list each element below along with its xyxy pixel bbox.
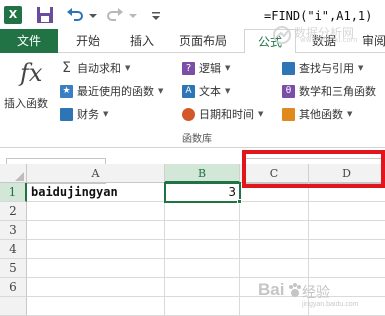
gridline: [27, 239, 385, 240]
sum-icon: Σ: [62, 59, 71, 76]
gridline: [27, 220, 385, 221]
text-label: 文本: [199, 85, 221, 98]
question-icon: ?: [182, 61, 195, 75]
watermark-brand: Bai: [258, 280, 285, 299]
lookup-reference-button[interactable]: 查找与引用 ▼: [282, 58, 363, 78]
logical-label: 逻辑: [199, 62, 221, 75]
tab-file[interactable]: 文件: [0, 29, 58, 53]
date-time-button[interactable]: 日期和时间 ▼: [182, 104, 263, 124]
redo-icon[interactable]: [106, 5, 124, 25]
math-trig-label: 数学和三角函数: [299, 85, 376, 98]
theta-icon: θ: [282, 84, 295, 98]
chevron-down-icon: ▼: [358, 64, 364, 72]
lookup-reference-label: 查找与引用: [299, 62, 354, 75]
watermark-bottom-text: 经验: [302, 285, 330, 301]
tab-insert[interactable]: 插入: [118, 29, 166, 53]
recently-used-button[interactable]: ★ 最近使用的函数 ▼: [60, 81, 163, 101]
fill-handle[interactable]: [237, 199, 242, 204]
redo-dropdown-icon[interactable]: [128, 5, 138, 25]
undo-icon[interactable]: [66, 5, 84, 25]
watermark-top-sub: www.afenxi.com: [300, 36, 358, 44]
insert-function-button[interactable]: 插入函数: [4, 95, 48, 111]
row-header-6[interactable]: 6: [0, 278, 27, 297]
logical-button[interactable]: ? 逻辑 ▼: [182, 58, 230, 78]
paw-icon: [289, 283, 301, 297]
cell-a1[interactable]: baidujingyan: [31, 185, 118, 199]
highlight-annotation: [242, 150, 385, 188]
math-trig-button[interactable]: θ 数学和三角函数: [282, 81, 376, 101]
watermark-logo-icon: [273, 26, 291, 44]
financial-button[interactable]: 财务 ▼: [60, 104, 108, 124]
row-header-1[interactable]: 1: [0, 183, 27, 202]
save-icon[interactable]: [36, 5, 54, 25]
clock-icon: [182, 107, 195, 121]
watermark-bottom-sub: jingyan.baidu.com: [302, 301, 359, 308]
function-library-group-label: 函数库: [182, 134, 212, 145]
autosum-label: 自动求和: [77, 62, 121, 75]
row-header-5[interactable]: 5: [0, 259, 27, 278]
cell-b1[interactable]: 3: [166, 185, 236, 199]
select-all-corner[interactable]: [0, 164, 27, 183]
undo-dropdown-icon[interactable]: [88, 5, 98, 25]
column-header-a[interactable]: A: [27, 164, 165, 183]
chevron-down-icon: ▼: [225, 64, 231, 72]
insert-function-icon[interactable]: fx: [20, 59, 46, 89]
chevron-down-icon: ▼: [125, 64, 131, 72]
star-icon: ★: [60, 84, 73, 98]
ribbon-formulas: fx 插入函数 Σ 自动求和 ▼ ★ 最近使用的函数 ▼ 财务 ▼ ? 逻辑 ▼…: [0, 53, 385, 148]
tab-home[interactable]: 开始: [62, 29, 114, 53]
excel-logo-icon: X: [4, 6, 22, 24]
chevron-down-icon: ▼: [225, 87, 231, 95]
more-functions-icon: [282, 107, 295, 121]
lookup-icon: [282, 61, 295, 75]
column-header-b[interactable]: B: [165, 164, 240, 183]
customize-toolbar-icon[interactable]: [150, 5, 162, 25]
row-header-7[interactable]: [0, 297, 27, 316]
watermark-top: 数据分析网 www.afenxi.com: [270, 23, 385, 47]
chevron-down-icon: ▼: [103, 110, 109, 118]
watermark-bottom: Bai 经验 jingyan.baidu.com: [258, 278, 378, 314]
text-button[interactable]: A 文本 ▼: [182, 81, 230, 101]
financial-label: 财务: [77, 108, 99, 121]
row-header-4[interactable]: 4: [0, 240, 27, 259]
chevron-down-icon: ▼: [347, 110, 353, 118]
tab-page-layout[interactable]: 页面布局: [170, 29, 236, 53]
recently-used-label: 最近使用的函数: [77, 85, 154, 98]
row-header-2[interactable]: 2: [0, 202, 27, 221]
chevron-down-icon: ▼: [258, 110, 264, 118]
date-time-label: 日期和时间: [199, 108, 254, 121]
autosum-button[interactable]: Σ 自动求和 ▼: [60, 58, 130, 78]
formula-value: =FIND("i",A1,1): [264, 9, 373, 23]
book-icon: [60, 107, 73, 121]
gridline: [27, 258, 385, 259]
chevron-down-icon: ▼: [158, 87, 164, 95]
more-functions-button[interactable]: 其他函数 ▼: [282, 104, 352, 124]
row-header-3[interactable]: 3: [0, 221, 27, 240]
text-icon: A: [182, 84, 195, 98]
more-functions-label: 其他函数: [299, 108, 343, 121]
